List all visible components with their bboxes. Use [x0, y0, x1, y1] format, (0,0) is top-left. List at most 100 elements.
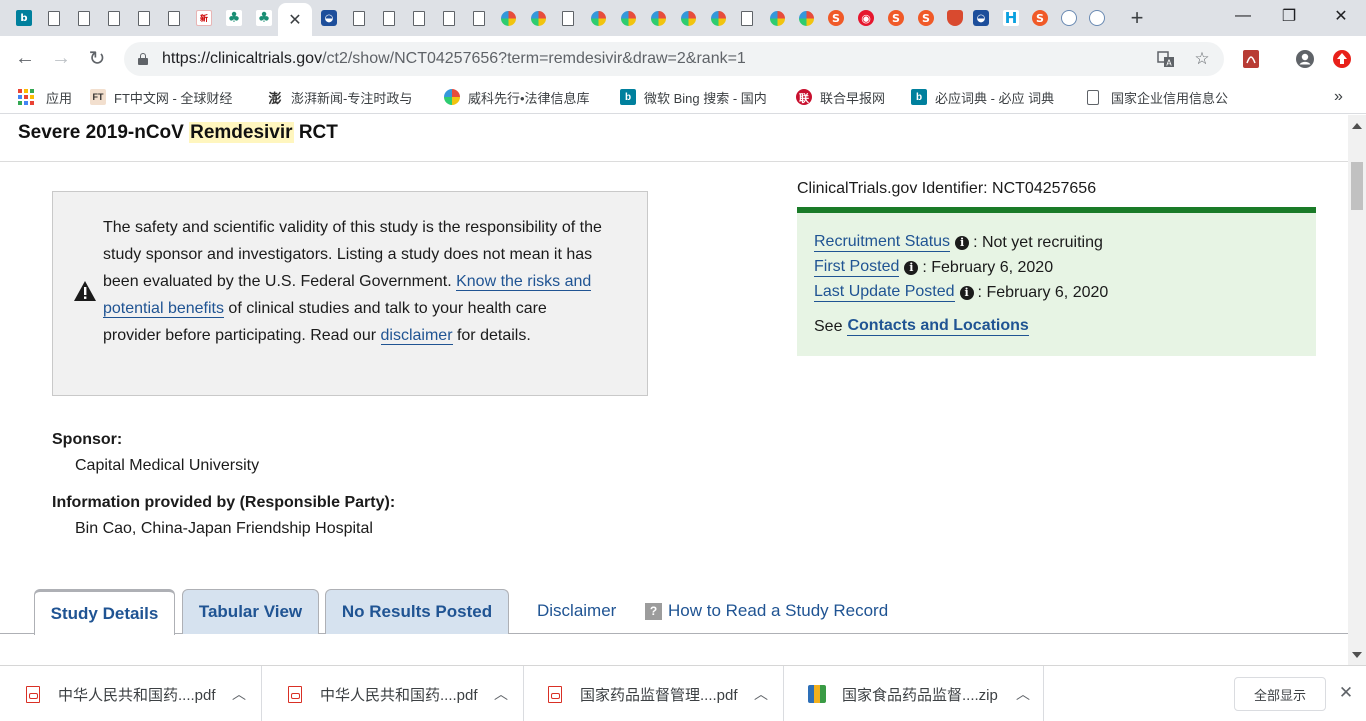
doc-icon [353, 10, 365, 26]
tab-study-details[interactable]: Study Details [34, 589, 175, 635]
tab-doc[interactable] [557, 5, 579, 31]
tab-wheel[interactable] [617, 5, 639, 31]
scroll-thumb[interactable] [1351, 162, 1363, 210]
tab-wheel[interactable] [677, 5, 699, 31]
info-icon[interactable]: i [959, 285, 974, 300]
download-item[interactable]: 中华人民共和国药....pdf ︿ [262, 666, 524, 721]
tab-sogou[interactable]: S [825, 5, 847, 31]
download-item[interactable]: 国家药品监督管理....pdf ︿ [522, 666, 784, 721]
tab-sogou[interactable]: S [915, 5, 937, 31]
disclaimer-link[interactable]: Disclaimer [537, 601, 616, 621]
tab-doc[interactable] [163, 5, 185, 31]
profile-icon[interactable] [1294, 48, 1316, 70]
chevron-up-icon[interactable]: ︿ [754, 684, 768, 704]
close-download-bar-button[interactable]: ✕ [1336, 683, 1356, 703]
tab-weibo[interactable]: ◉ [855, 5, 877, 31]
tab-no-results[interactable]: No Results Posted [325, 589, 509, 634]
scroll-down-icon[interactable] [1352, 652, 1362, 658]
recruitment-status-link[interactable]: Recruitment Status [814, 233, 951, 252]
news-icon: 新 [196, 10, 212, 26]
tab-sogou[interactable]: S [1029, 5, 1051, 31]
url-text[interactable]: https://clinicaltrials.gov/ct2/show/NCT0… [162, 50, 746, 68]
first-posted-link[interactable]: First Posted [814, 258, 900, 277]
new-tab-button[interactable]: + [1124, 5, 1150, 31]
active-tab[interactable]: ✕ [278, 3, 312, 36]
tab-ct-gov[interactable]: ◒ [318, 5, 340, 31]
window-close-button[interactable]: ✕ [1318, 0, 1364, 32]
tab-doc[interactable] [408, 5, 430, 31]
tab-bing[interactable]: b [13, 5, 35, 31]
tab-teal[interactable]: ♣ [253, 5, 275, 31]
info-icon[interactable]: i [955, 235, 970, 250]
tab-close-icon[interactable]: ✕ [288, 10, 301, 30]
disclaimer-inline-link[interactable]: disclaimer [380, 327, 453, 345]
tab-wheel[interactable] [527, 5, 549, 31]
tab-tabular-view[interactable]: Tabular View [182, 589, 319, 634]
how-to-read-link[interactable]: ? How to Read a Study Record [645, 601, 888, 621]
tab-doc[interactable] [468, 5, 490, 31]
contacts-locations-link[interactable]: Contacts and Locations [847, 317, 1029, 336]
disclaimer-notice: The safety and scientific validity of th… [52, 191, 648, 396]
reload-button[interactable]: ↻ [81, 42, 113, 74]
weibo-icon: ◉ [858, 10, 874, 26]
tab-wheel[interactable] [795, 5, 817, 31]
page-scrollbar[interactable] [1348, 115, 1366, 665]
minimize-button[interactable]: — [1220, 0, 1266, 32]
translate-icon[interactable]: A [1156, 49, 1176, 69]
tab-ct-gov[interactable]: ◒ [970, 5, 992, 31]
bookmark-bing[interactable]: b 微软 Bing 搜索 - 国内 [620, 87, 767, 107]
bookmark-thepaper[interactable]: 澎 澎湃新闻-专注时政与 [267, 87, 412, 107]
tab-hui[interactable]: H [1000, 5, 1022, 31]
bookmark-gsxt[interactable]: 国家企业信用信息公 [1087, 87, 1228, 107]
bookmark-wolters[interactable]: 威科先行•法律信息库 [444, 87, 590, 107]
sogou-icon: S [888, 10, 904, 26]
info-icon[interactable]: i [904, 260, 919, 275]
restore-button[interactable]: ❐ [1266, 0, 1312, 32]
download-filename: 国家药品监督管理....pdf [580, 686, 738, 704]
tab-wheel[interactable] [587, 5, 609, 31]
bookmark-apps[interactable]: 应用 [18, 87, 72, 107]
chevron-up-icon[interactable]: ︿ [1016, 684, 1030, 704]
tab-doc[interactable] [43, 5, 65, 31]
doc-icon [48, 10, 60, 26]
tab-wheel[interactable] [497, 5, 519, 31]
chevron-up-icon[interactable]: ︿ [232, 684, 246, 704]
update-icon[interactable] [1331, 48, 1353, 70]
scroll-up-icon[interactable] [1352, 123, 1362, 129]
pdf-extension-icon[interactable] [1240, 48, 1262, 70]
tab-doc[interactable] [103, 5, 125, 31]
pdf-file-icon [548, 685, 562, 703]
show-all-downloads-button[interactable]: 全部显示 [1234, 677, 1326, 711]
bookmark-star-icon[interactable]: ☆ [1192, 49, 1212, 69]
tab-wheel[interactable] [766, 5, 788, 31]
last-update-link[interactable]: Last Update Posted [814, 283, 955, 302]
bookmark-zaobao[interactable]: 联 联合早报网 [796, 87, 885, 107]
tab-wheel[interactable] [647, 5, 669, 31]
tab-doc[interactable] [73, 5, 95, 31]
tab-doc[interactable] [348, 5, 370, 31]
address-bar[interactable]: https://clinicaltrials.gov/ct2/show/NCT0… [124, 42, 1224, 76]
zip-file-icon [808, 685, 826, 703]
zaobao-icon: 联 [796, 89, 812, 105]
bookmark-ft[interactable]: FT FT中文网 - 全球财经 [90, 87, 232, 107]
tab-shield[interactable] [944, 5, 966, 31]
bookmark-bing-dict[interactable]: b 必应词典 - 必应 词典 [911, 87, 1054, 107]
bing-icon: b [911, 89, 927, 105]
wheel-icon [620, 10, 636, 26]
tab-eye[interactable] [1058, 5, 1080, 31]
tab-doc[interactable] [736, 5, 758, 31]
chevron-up-icon[interactable]: ︿ [494, 684, 508, 704]
tab-doc[interactable] [438, 5, 460, 31]
tab-doc[interactable] [378, 5, 400, 31]
tab-eye[interactable] [1086, 5, 1108, 31]
back-button[interactable]: ← [9, 42, 41, 74]
download-item[interactable]: 中华人民共和国药....pdf ︿ [0, 666, 262, 721]
tab-sogou[interactable]: S [885, 5, 907, 31]
tab-doc[interactable] [133, 5, 155, 31]
forward-button[interactable]: → [45, 42, 77, 74]
download-item[interactable]: 国家食品药品监督....zip ︿ [782, 666, 1044, 721]
tab-news[interactable]: 新 [193, 5, 215, 31]
tab-wheel[interactable] [707, 5, 729, 31]
tab-teal[interactable]: ♣ [223, 5, 245, 31]
bookmarks-overflow-button[interactable]: » [1334, 87, 1343, 107]
